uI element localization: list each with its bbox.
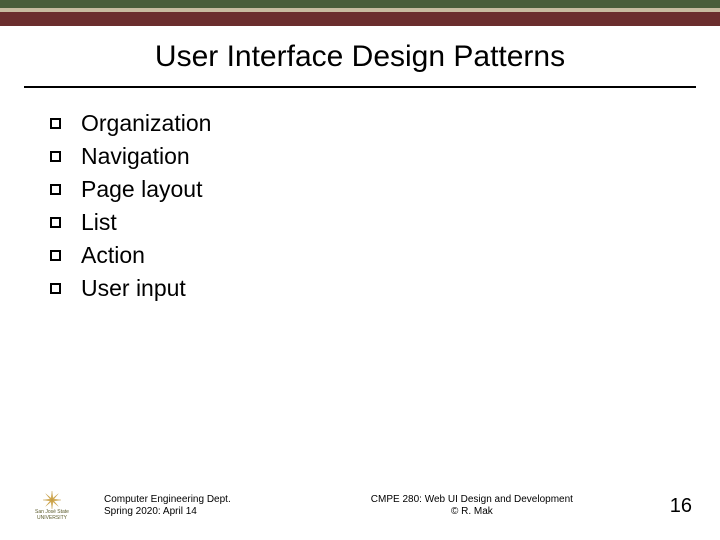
footer: San José State UNIVERSITY Computer Engin… xyxy=(0,490,720,522)
decorative-top-bars xyxy=(0,0,720,26)
footer-dept-line2: Spring 2020: April 14 xyxy=(104,506,274,519)
bullet-text: Organization xyxy=(81,110,211,137)
university-logo: San José State UNIVERSITY xyxy=(24,490,80,522)
footer-dept: Computer Engineering Dept. Spring 2020: … xyxy=(104,494,274,519)
bullet-text: Action xyxy=(81,242,145,269)
square-bullet-icon xyxy=(50,217,61,228)
bullet-text: Page layout xyxy=(81,176,202,203)
bar-maroon xyxy=(0,12,720,26)
logo-sub: UNIVERSITY xyxy=(37,516,67,521)
bullet-text: List xyxy=(81,209,117,236)
list-item: Organization xyxy=(50,110,720,137)
bullet-list: Organization Navigation Page layout List… xyxy=(50,110,720,302)
square-bullet-icon xyxy=(50,250,61,261)
square-bullet-icon xyxy=(50,118,61,129)
bullet-text: Navigation xyxy=(81,143,190,170)
starburst-icon xyxy=(43,491,61,509)
list-item: Action xyxy=(50,242,720,269)
page-number: 16 xyxy=(670,495,692,518)
slide-title: User Interface Design Patterns xyxy=(0,40,720,74)
list-item: User input xyxy=(50,275,720,302)
footer-course-line1: CMPE 280: Web UI Design and Development xyxy=(274,494,670,507)
bar-green xyxy=(0,0,720,8)
footer-course-line2: © R. Mak xyxy=(274,506,670,519)
list-item: List xyxy=(50,209,720,236)
square-bullet-icon xyxy=(50,184,61,195)
list-item: Navigation xyxy=(50,143,720,170)
square-bullet-icon xyxy=(50,283,61,294)
footer-course: CMPE 280: Web UI Design and Development … xyxy=(274,494,670,519)
list-item: Page layout xyxy=(50,176,720,203)
bullet-text: User input xyxy=(81,275,186,302)
footer-dept-line1: Computer Engineering Dept. xyxy=(104,494,274,507)
square-bullet-icon xyxy=(50,151,61,162)
title-wrap: User Interface Design Patterns xyxy=(0,26,720,80)
content-area: Organization Navigation Page layout List… xyxy=(0,88,720,302)
